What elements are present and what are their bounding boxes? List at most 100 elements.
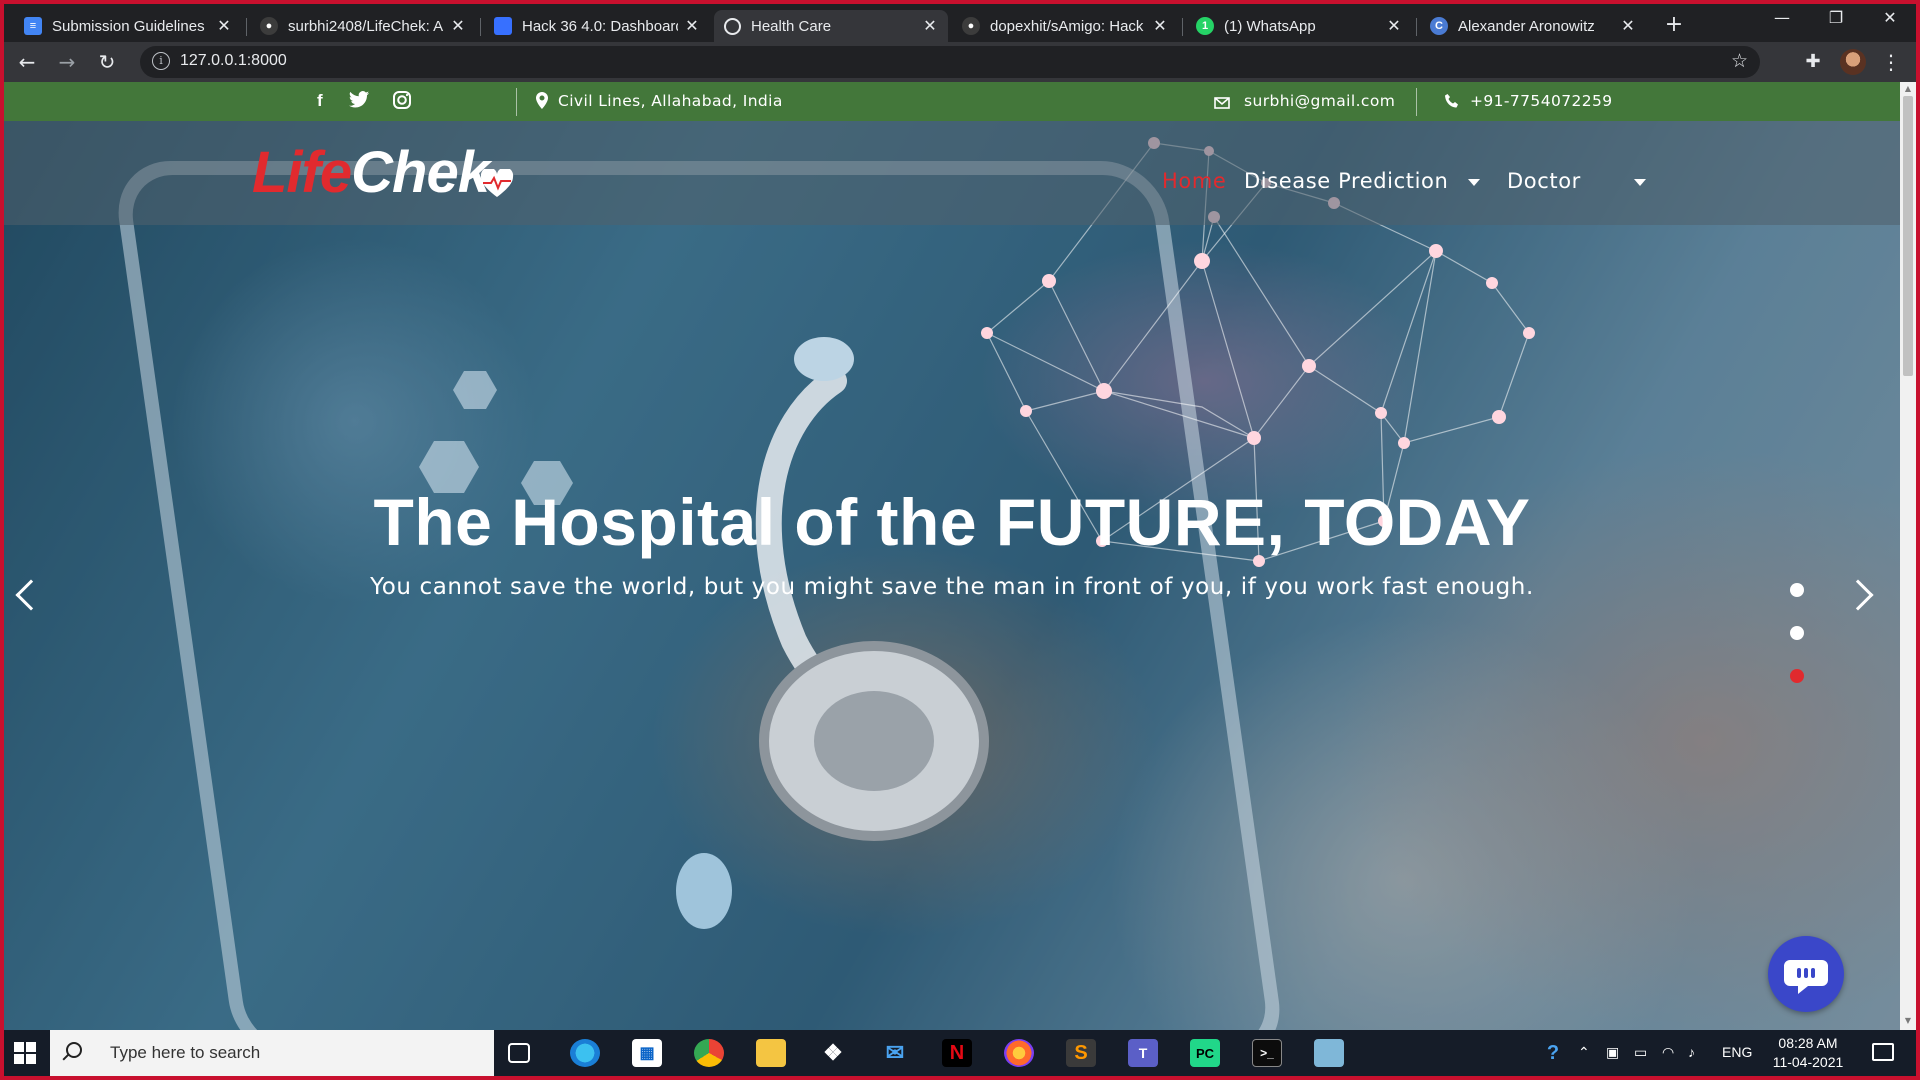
chat-widget-button[interactable] (1768, 936, 1844, 1012)
reload-button[interactable]: ↻ (94, 49, 120, 75)
notepad-icon[interactable] (1314, 1039, 1344, 1067)
tab-lifechek-repo[interactable]: ● surbhi2408/LifeChek: A ✕ (250, 10, 476, 42)
extensions-icon[interactable]: ✚ (1800, 49, 1826, 75)
close-icon[interactable]: ✕ (684, 16, 700, 36)
clock-time: 08:28 AM (1778, 1035, 1838, 1051)
scroll-down-arrow[interactable]: ▼ (1900, 1016, 1916, 1025)
close-icon[interactable]: ✕ (216, 16, 232, 36)
terminal-icon[interactable]: >_ (1252, 1039, 1282, 1067)
back-button[interactable]: ← (14, 49, 40, 75)
chrome-icon[interactable] (694, 1039, 724, 1067)
chat-bubble-icon (1784, 960, 1828, 994)
teams-icon[interactable]: T (1128, 1039, 1158, 1067)
instagram-icon[interactable] (392, 90, 412, 115)
wifi-icon[interactable]: ◠ (1662, 1044, 1674, 1061)
scroll-up-arrow[interactable]: ▲ (1900, 84, 1916, 93)
docs-icon: ≡ (24, 17, 42, 35)
close-icon[interactable]: ✕ (1620, 16, 1636, 36)
browser-toolbar: ← → ↻ i 127.0.0.1:8000 ☆ ✚ ⋮ (4, 42, 1916, 82)
tab-samigo-repo[interactable]: ● dopexhit/sAmigo: Hack ✕ (952, 10, 1178, 42)
whatsapp-icon: 1 (1196, 17, 1214, 35)
scrollbar-thumb[interactable] (1903, 96, 1913, 376)
site-logo[interactable]: LifeChek (252, 139, 490, 206)
mail-icon[interactable]: ✉ (880, 1039, 910, 1067)
heartbeat-icon (480, 169, 514, 197)
info-icon[interactable]: i (152, 52, 170, 70)
netflix-icon[interactable]: N (942, 1039, 972, 1067)
sublime-text-icon[interactable]: S (1066, 1039, 1096, 1067)
clock-date: 11-04-2021 (1772, 1054, 1844, 1070)
file-explorer-icon[interactable] (756, 1039, 786, 1067)
twitter-icon[interactable] (348, 90, 370, 115)
close-icon[interactable]: ✕ (1386, 16, 1402, 36)
windows-start-button[interactable] (14, 1042, 36, 1064)
close-icon[interactable]: ✕ (922, 16, 938, 36)
address-bar[interactable]: i 127.0.0.1:8000 ☆ (140, 46, 1760, 78)
github-icon: ● (962, 17, 980, 35)
divider (1416, 88, 1417, 116)
browser-window: ≡ Submission Guidelines ✕ ● surbhi2408/L… (4, 4, 1916, 1076)
language-indicator[interactable]: ENG (1722, 1044, 1752, 1060)
search-icon (66, 1042, 82, 1058)
contact-topbar: f Civil Lines, Allahabad, India surbhi@g… (4, 82, 1900, 121)
c-icon: C (1430, 17, 1448, 35)
url-text: 127.0.0.1:8000 (180, 52, 287, 69)
forward-button[interactable]: → (54, 49, 80, 75)
hero-headline: The Hospital of the FUTURE, TODAY (373, 485, 1531, 559)
windows-taskbar: Type here to search ▦ ❖ ✉ N S T PC >_ ? … (4, 1030, 1916, 1076)
envelope-icon (1214, 95, 1230, 113)
tab-submission-guidelines[interactable]: ≡ Submission Guidelines ✕ (14, 10, 242, 42)
web-page: f Civil Lines, Allahabad, India surbhi@g… (4, 82, 1900, 1030)
nav-doctor[interactable]: Doctor (1507, 169, 1581, 193)
volume-icon[interactable]: ♪ (1688, 1044, 1695, 1060)
phone-text: +91-7754072259 (1470, 92, 1613, 110)
tab-separator (1416, 18, 1417, 36)
profile-avatar[interactable] (1840, 49, 1866, 75)
search-placeholder: Type here to search (110, 1043, 261, 1062)
minimize-button[interactable]: — (1762, 8, 1802, 27)
close-icon[interactable]: ✕ (1152, 16, 1168, 36)
notification-center-icon[interactable] (1872, 1043, 1894, 1061)
dropbox-icon[interactable]: ❖ (818, 1039, 848, 1067)
map-pin-icon (536, 92, 548, 113)
task-view-icon[interactable] (508, 1043, 530, 1063)
firefox-icon[interactable] (1004, 1039, 1034, 1067)
bookmark-star-icon[interactable]: ☆ (1731, 50, 1748, 72)
devfolio-icon (494, 17, 512, 35)
tab-separator (246, 18, 247, 36)
chevron-up-icon[interactable]: ⌃ (1578, 1044, 1590, 1061)
new-tab-button[interactable]: + (1660, 12, 1688, 37)
device-icon[interactable]: ▣ (1606, 1044, 1619, 1061)
email-link[interactable]: surbhi@gmail.com (1244, 92, 1395, 110)
chevron-down-icon (1468, 179, 1480, 186)
store-icon[interactable]: ▦ (632, 1039, 662, 1067)
tab-alexander-aronowitz[interactable]: C Alexander Aronowitz ✕ (1420, 10, 1646, 42)
system-clock[interactable]: 08:28 AM 11-04-2021 (1764, 1034, 1852, 1072)
github-icon: ● (260, 17, 278, 35)
help-icon[interactable]: ? (1538, 1039, 1568, 1067)
battery-icon[interactable]: ▭ (1634, 1044, 1647, 1061)
carousel-indicator-3[interactable] (1790, 669, 1804, 683)
divider (516, 88, 517, 116)
menu-kebab-icon[interactable]: ⋮ (1878, 49, 1904, 75)
carousel-indicator-2[interactable] (1790, 626, 1804, 640)
tab-separator (1182, 18, 1183, 36)
page-scrollbar[interactable]: ▲ ▼ (1900, 82, 1916, 1030)
globe-icon (724, 17, 741, 35)
edge-icon[interactable] (570, 1039, 600, 1067)
hero-subtext: You cannot save the world, but you might… (370, 574, 1534, 600)
window-close-button[interactable]: ✕ (1870, 8, 1910, 27)
tab-whatsapp[interactable]: 1 (1) WhatsApp ✕ (1186, 10, 1412, 42)
chevron-down-icon (1634, 179, 1646, 186)
close-icon[interactable]: ✕ (450, 16, 466, 36)
nav-home[interactable]: Home (1162, 169, 1226, 193)
restore-button[interactable]: ❐ (1816, 8, 1856, 27)
tab-strip: ≡ Submission Guidelines ✕ ● surbhi2408/L… (4, 4, 1916, 42)
nav-disease-prediction[interactable]: Disease Prediction (1244, 169, 1448, 193)
pycharm-icon[interactable]: PC (1190, 1039, 1220, 1067)
tab-health-care[interactable]: Health Care ✕ (714, 10, 948, 42)
tab-hack36-dashboard[interactable]: Hack 36 4.0: Dashboard ✕ (484, 10, 710, 42)
facebook-icon[interactable]: f (317, 91, 323, 111)
taskbar-search-box[interactable]: Type here to search (50, 1030, 494, 1076)
carousel-indicator-1[interactable] (1790, 583, 1804, 597)
